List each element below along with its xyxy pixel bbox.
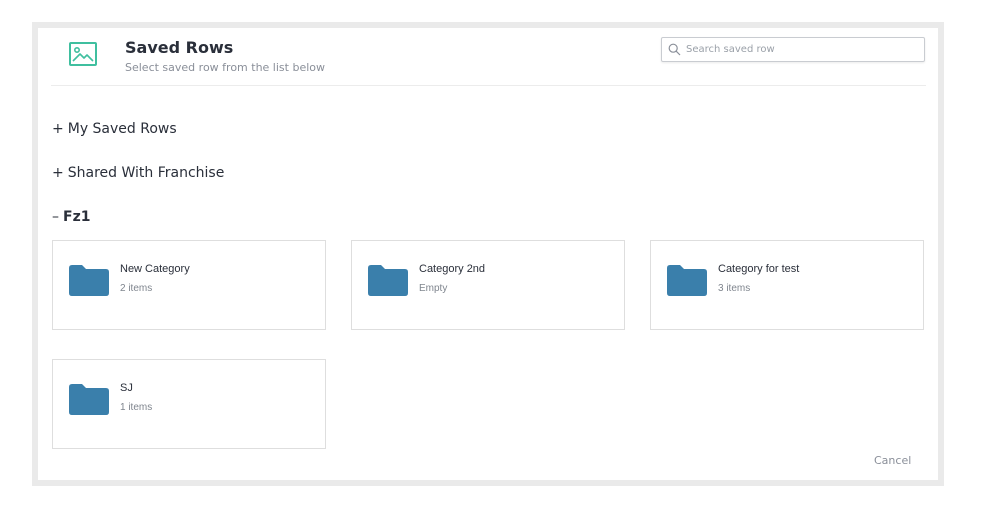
expand-icon: +: [52, 165, 64, 181]
saved-rows-modal: Saved Rows Select saved row from the lis…: [38, 28, 938, 480]
modal-title: Saved Rows: [125, 38, 234, 57]
image-icon: [69, 42, 97, 66]
folder-card[interactable]: New Category 2 items: [52, 240, 326, 330]
folder-item-count: 1 items: [120, 402, 153, 413]
section-label: My Saved Rows: [67, 121, 177, 137]
folder-name: New Category: [120, 263, 190, 275]
folder-icon: [69, 265, 109, 296]
folder-name: SJ: [120, 382, 133, 394]
folder-name: Category 2nd: [419, 263, 486, 275]
folder-item-count: Empty: [419, 283, 448, 294]
section-shared-with-franchise[interactable]: + Shared With Franchise: [52, 165, 224, 181]
section-label: Fz1: [63, 209, 91, 225]
folder-icon: [69, 384, 109, 415]
section-label: Shared With Franchise: [67, 165, 225, 181]
collapse-icon: –: [52, 209, 59, 225]
folder-card[interactable]: Category for test 3 items: [650, 240, 924, 330]
cancel-button[interactable]: Cancel: [874, 454, 911, 467]
search-box[interactable]: [661, 37, 925, 62]
folder-name: Category for test: [718, 263, 800, 275]
section-fz1[interactable]: – Fz1: [52, 209, 90, 225]
search-input[interactable]: [686, 40, 916, 59]
folder-card[interactable]: SJ 1 items: [52, 359, 326, 449]
folder-card[interactable]: Category 2nd Empty: [351, 240, 625, 330]
modal-subtitle: Select saved row from the list below: [125, 61, 325, 74]
folder-icon: [368, 265, 408, 296]
folder-item-count: 2 items: [120, 283, 153, 294]
search-icon: [668, 43, 681, 56]
section-my-saved-rows[interactable]: + My Saved Rows: [52, 121, 177, 137]
expand-icon: +: [52, 121, 64, 137]
header-divider: [51, 85, 926, 86]
folder-icon: [667, 265, 707, 296]
folder-item-count: 3 items: [718, 283, 751, 294]
